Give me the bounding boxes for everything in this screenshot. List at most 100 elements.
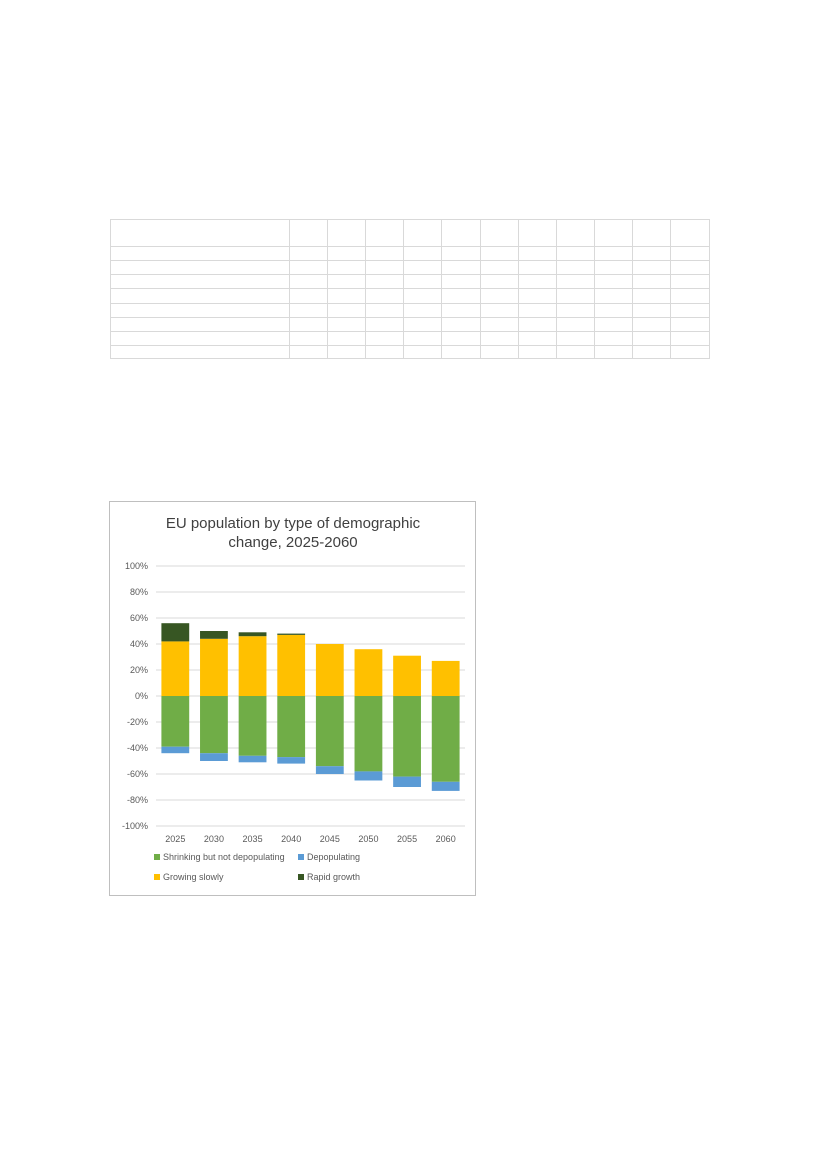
table-cell <box>594 274 633 290</box>
x-axis-ticks: 2025 2030 2035 2040 2045 2050 2055 2060 <box>165 834 455 844</box>
x-tick-label: 2045 <box>320 834 340 844</box>
legend-label: Depopulating <box>307 852 360 862</box>
table-cell <box>632 302 671 318</box>
table-cell <box>480 274 519 290</box>
table-cell <box>556 302 595 318</box>
table-cell <box>441 288 481 304</box>
table-cell <box>670 330 710 346</box>
bar-segment <box>315 644 344 696</box>
table-cell <box>365 260 404 276</box>
table-row <box>110 344 710 360</box>
table-cell <box>594 302 633 318</box>
table-cell <box>403 260 442 276</box>
table-row <box>110 246 710 262</box>
y-tick-label: 20% <box>130 665 148 675</box>
table-cell <box>480 246 519 262</box>
table-cell <box>365 344 404 360</box>
table-cell <box>441 260 481 276</box>
bar-segment <box>200 638 228 696</box>
table-cell <box>403 302 442 318</box>
table-cell <box>327 316 366 332</box>
table-cell <box>632 218 671 248</box>
table-cell <box>110 274 290 290</box>
table-cell <box>556 288 595 304</box>
table-cell <box>289 260 328 276</box>
bar-segment <box>200 631 228 639</box>
chart-title-line-2: change, 2025-2060 <box>228 534 357 551</box>
table-cell <box>556 330 595 346</box>
bar-segment <box>161 746 190 754</box>
table-cell <box>594 246 633 262</box>
table-cell <box>670 302 710 318</box>
table-cell <box>670 316 710 332</box>
chart-title-line-1: EU population by type of demographic <box>166 515 421 532</box>
table-cell <box>365 316 404 332</box>
table-cell <box>594 218 633 248</box>
table-cell <box>289 330 328 346</box>
bar-segment <box>315 696 344 767</box>
table-cell <box>110 316 290 332</box>
table-cell <box>441 246 481 262</box>
table-cell <box>480 218 519 248</box>
table-cell <box>441 218 481 248</box>
bar-segment <box>431 660 460 696</box>
y-tick-label: 100% <box>125 561 148 571</box>
table-cell <box>518 274 557 290</box>
table-cell <box>480 260 519 276</box>
bar-segment <box>354 649 383 696</box>
bar-segment <box>354 696 383 772</box>
bar-segment <box>238 632 267 637</box>
table-cell <box>632 274 671 290</box>
table-cell <box>518 260 557 276</box>
bar-segment <box>161 623 190 642</box>
table-cell <box>289 288 328 304</box>
legend-label: Rapid growth <box>307 872 360 882</box>
table-cell <box>289 344 328 360</box>
legend-swatch <box>298 854 304 860</box>
bar-segment <box>161 641 190 696</box>
table-cell <box>480 344 519 360</box>
table-cell <box>289 316 328 332</box>
x-tick-label: 2040 <box>281 834 301 844</box>
table-cell <box>365 246 404 262</box>
table-row <box>110 302 710 318</box>
y-tick-label: 60% <box>130 613 148 623</box>
table-cell <box>556 218 595 248</box>
bar-segment <box>238 755 267 763</box>
table-cell <box>556 246 595 262</box>
x-tick-label: 2060 <box>436 834 456 844</box>
bar-segment <box>431 696 460 782</box>
table-cell <box>594 288 633 304</box>
table-cell <box>110 260 290 276</box>
table-row <box>110 330 710 346</box>
y-tick-label: -80% <box>127 795 148 805</box>
table-cell <box>327 260 366 276</box>
table-cell <box>670 260 710 276</box>
table-cell <box>365 330 404 346</box>
bar-segment <box>200 753 228 761</box>
table-cell <box>518 302 557 318</box>
table-cell <box>110 344 290 360</box>
table-cell <box>518 330 557 346</box>
table-cell <box>289 274 328 290</box>
x-tick-label: 2025 <box>165 834 185 844</box>
table-cell <box>670 246 710 262</box>
table-cell <box>403 218 442 248</box>
table-cell <box>289 246 328 262</box>
table-cell <box>594 260 633 276</box>
bar-segment <box>277 757 306 764</box>
table-cell <box>441 344 481 360</box>
legend-label: Growing slowly <box>163 872 224 882</box>
bar-segment <box>238 636 267 696</box>
table-cell <box>670 274 710 290</box>
table-cell <box>441 330 481 346</box>
y-tick-label: 0% <box>135 691 148 701</box>
table-cell <box>110 246 290 262</box>
y-tick-label: 40% <box>130 639 148 649</box>
table-row <box>110 274 710 290</box>
table-cell <box>365 288 404 304</box>
table-cell <box>327 302 366 318</box>
legend-swatch <box>154 854 160 860</box>
table-cell <box>594 316 633 332</box>
table-row <box>110 260 710 276</box>
